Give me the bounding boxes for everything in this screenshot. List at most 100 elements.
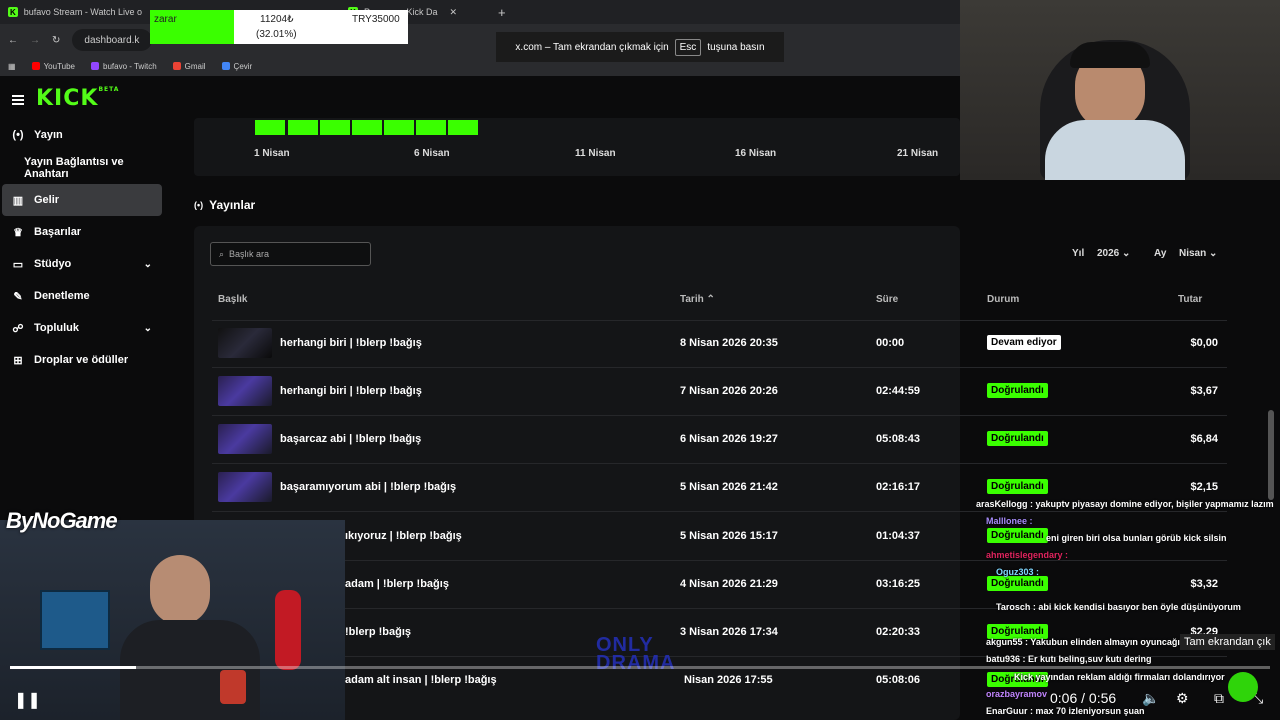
bookmark-youtube[interactable]: YouTube bbox=[31, 62, 75, 71]
year-label: Yıl bbox=[1072, 248, 1085, 259]
sidebar-item-denetleme[interactable]: ✎ Denetleme bbox=[2, 280, 162, 312]
volume-icon[interactable]: 🔈 bbox=[1142, 690, 1159, 707]
sidebar-item-studyo[interactable]: ▭ Stüdyo ⌄ bbox=[2, 248, 162, 280]
calendar-day bbox=[352, 120, 382, 135]
chart-icon: ▥ bbox=[12, 194, 24, 207]
column-header-duration: Süre bbox=[876, 294, 899, 305]
mug-shape bbox=[220, 670, 246, 704]
new-tab-button[interactable]: + bbox=[490, 0, 514, 24]
search-icon: ⌕ bbox=[219, 248, 225, 259]
sidebar-item-topluluk[interactable]: ☍ Topluluk ⌄ bbox=[2, 312, 162, 344]
apps-icon[interactable]: ▦ bbox=[8, 62, 16, 71]
stream-thumbnail[interactable] bbox=[218, 472, 272, 502]
scrollbar[interactable] bbox=[1268, 410, 1274, 500]
column-header-status: Durum bbox=[987, 294, 1020, 305]
search-placeholder: Başlık ara bbox=[229, 249, 270, 259]
sidebar-item-basarilar[interactable]: ♛ Başarılar bbox=[2, 216, 162, 248]
close-tab-icon[interactable]: ✕ bbox=[450, 7, 458, 18]
row-duration: 02:20:33 bbox=[876, 626, 921, 638]
sidebar-item-label: Denetleme bbox=[34, 290, 90, 302]
sidebar-item-gelir[interactable]: ▥ Gelir bbox=[2, 184, 162, 216]
status-badge: Doğrulandı bbox=[987, 528, 1048, 543]
browser-tab-bar: K bufavo Stream - Watch Live o K Program… bbox=[0, 0, 960, 24]
sidebar-item-yayin[interactable]: (•) Yayın bbox=[2, 119, 162, 151]
row-divider bbox=[212, 511, 1227, 512]
bookmark-gmail[interactable]: Gmail bbox=[172, 62, 206, 71]
row-title[interactable]: !blerp !bağış bbox=[345, 626, 411, 638]
record-button[interactable] bbox=[1228, 672, 1258, 702]
stock-label: zarar bbox=[154, 14, 177, 25]
back-icon[interactable]: ← bbox=[8, 35, 18, 46]
row-duration: 02:16:17 bbox=[876, 481, 921, 493]
video-progress-bar[interactable] bbox=[10, 666, 1270, 669]
video-time: 0:06 / 0:56 bbox=[1050, 690, 1117, 706]
calendar-day bbox=[448, 120, 478, 135]
browser-tab[interactable]: K bufavo Stream - Watch Live o bbox=[0, 0, 150, 24]
row-amount: $2,15 bbox=[1190, 481, 1218, 493]
row-title[interactable]: adam | !blerp !bağış bbox=[345, 578, 449, 590]
calendar-label: 21 Nisan bbox=[897, 148, 939, 159]
stock-percent: (32.01%) bbox=[256, 29, 297, 40]
row-amount: $6,84 bbox=[1190, 433, 1218, 445]
menu-icon[interactable] bbox=[12, 95, 24, 105]
year-select[interactable]: 2026 ⌄ bbox=[1097, 248, 1130, 259]
status-badge: Doğrulandı bbox=[987, 431, 1048, 446]
sidebar-item-droplar[interactable]: ⊞ Droplar ve ödüller bbox=[2, 344, 162, 376]
chevron-down-icon: ⌄ bbox=[1122, 248, 1131, 259]
row-title[interactable]: adam alt insan | !blerp !bağış bbox=[345, 674, 497, 686]
row-divider bbox=[212, 320, 1227, 321]
row-title[interactable]: başaramıyorum abi | !blerp !bağış bbox=[280, 481, 456, 493]
row-duration: 03:16:25 bbox=[876, 578, 921, 590]
pip-icon[interactable]: ⧉ bbox=[1214, 690, 1224, 707]
bookmark-translate[interactable]: Çevir bbox=[221, 62, 252, 71]
stream-thumbnail[interactable] bbox=[218, 328, 272, 358]
chevron-down-icon: ⌄ bbox=[143, 322, 152, 334]
stock-amount: 11204₺ bbox=[260, 14, 294, 25]
row-title[interactable]: başarcaz abi | !blerp !bağış bbox=[280, 433, 421, 445]
chat-message: EnarGuur : max 70 izleniyorsun şuan bbox=[986, 706, 1145, 716]
chat-message: Kick yayından reklam aldığı firmaları do… bbox=[1014, 672, 1225, 682]
month-label: Ay bbox=[1154, 248, 1167, 259]
youtube-icon bbox=[31, 62, 40, 70]
calendar-day bbox=[255, 120, 285, 135]
row-divider bbox=[212, 367, 1227, 368]
chat-message: Oguz303 : bbox=[996, 567, 1040, 577]
pause-icon[interactable]: ❚❚ bbox=[14, 690, 41, 710]
progress-fill bbox=[10, 666, 136, 669]
kick-logo[interactable]: KICKBETA bbox=[36, 86, 119, 111]
settings-icon[interactable]: ⚙ bbox=[1176, 690, 1189, 707]
url-field[interactable]: dashboard.k bbox=[72, 29, 153, 51]
kick-topbar bbox=[0, 80, 960, 118]
bookmark-twitch[interactable]: bufavo - Twitch bbox=[91, 62, 157, 71]
chat-message: arasKellogg : yakuptv piyasayı domine ed… bbox=[976, 499, 1274, 509]
search-input[interactable]: ⌕ Başlık ara bbox=[210, 242, 371, 266]
row-title[interactable]: herhangi biri | !blerp !bağış bbox=[280, 385, 422, 397]
forward-icon[interactable]: → bbox=[30, 35, 40, 46]
row-amount: $3,32 bbox=[1190, 578, 1218, 590]
stream-thumbnail[interactable] bbox=[218, 424, 272, 454]
column-header-date[interactable]: Tarih ⌃ bbox=[680, 294, 715, 305]
tooltip: Tam ekrandan çık bbox=[1180, 634, 1275, 650]
stream-thumbnail[interactable] bbox=[218, 376, 272, 406]
section-title: (•) Yayınlar bbox=[194, 198, 255, 212]
status-badge: Devam ediyor bbox=[987, 335, 1061, 350]
wrench-icon: ✎ bbox=[13, 290, 23, 303]
shirt-shape bbox=[1045, 120, 1185, 180]
url-text: dashboard.k bbox=[84, 34, 140, 46]
streamer-webcam bbox=[960, 0, 1280, 180]
row-title[interactable]: ıkıyoruz | !blerp !bağış bbox=[345, 530, 462, 542]
row-divider bbox=[212, 560, 1227, 561]
month-select[interactable]: Nisan ⌄ bbox=[1179, 248, 1217, 259]
section-title-text: Yayınlar bbox=[209, 198, 256, 212]
row-duration: 00:00 bbox=[876, 337, 905, 349]
row-title[interactable]: herhangi biri | !blerp !bağış bbox=[280, 337, 422, 349]
calendar-label: 6 Nisan bbox=[414, 148, 450, 159]
chat-message: orazbayramov bbox=[986, 689, 1048, 699]
reload-icon[interactable]: ↻ bbox=[52, 35, 60, 46]
monitor-shape bbox=[40, 590, 110, 650]
row-duration: 05:08:43 bbox=[876, 433, 921, 445]
guest-webcam bbox=[0, 520, 345, 720]
sidebar-item-stream-key[interactable]: Yayın Bağlantısı ve Anahtarı bbox=[2, 152, 162, 184]
translate-icon bbox=[221, 62, 230, 70]
status-badge: Doğrulandı bbox=[987, 383, 1048, 398]
